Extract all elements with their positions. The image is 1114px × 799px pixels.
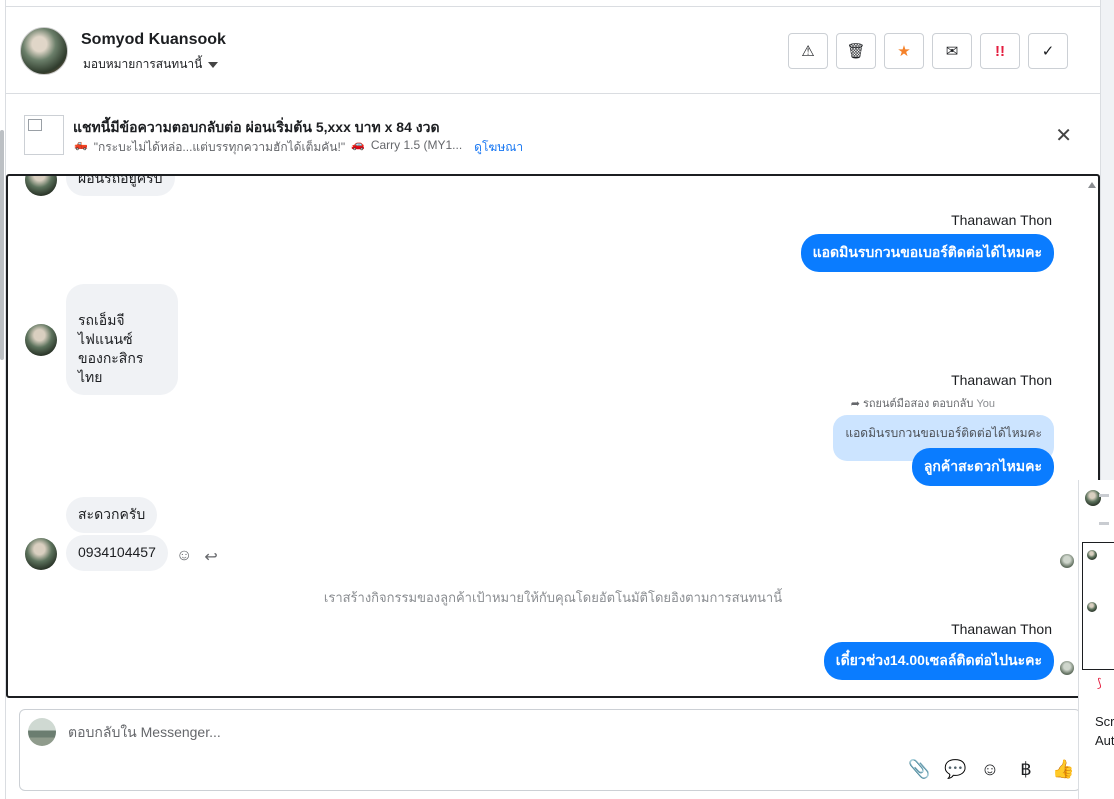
preview-line: [1099, 494, 1109, 497]
trash-icon: 🗑: [846, 43, 866, 60]
contact-avatar[interactable]: [20, 27, 68, 75]
contact-avatar-small: [25, 176, 57, 196]
truck-icon: 🛻: [74, 139, 88, 151]
reply-icon[interactable]: ↩: [204, 547, 217, 567]
caret-down-icon: [208, 61, 219, 68]
assign-label: มอบหมายการสนทนานี้: [83, 57, 203, 71]
car-icon: 🚗: [351, 139, 365, 151]
emoji-icon[interactable]: ☺: [980, 759, 1000, 780]
outgoing-message[interactable]: เดี๋ยวช่วง14.00เซลล์ติดต่อไปนะคะ: [823, 642, 1054, 680]
right-scrollbar[interactable]: [1100, 0, 1114, 480]
preview-avatar: [1085, 490, 1101, 506]
conversation-actions: ⚠ 🗑 ★ ✉ !! ✓: [788, 33, 1068, 69]
message-text: ผ่อนรถอยู่ครับ: [78, 174, 163, 186]
page-avatar: [28, 718, 56, 746]
double-exclamation-icon: !!: [995, 42, 1005, 60]
check-icon: ✓: [1041, 43, 1055, 60]
reply-note-text: รถยนต์มือสอง ตอบกลับ: [862, 398, 974, 410]
incoming-message[interactable]: ผ่อนรถอยู่ครับ: [66, 174, 175, 196]
saved-reply-icon[interactable]: 💬: [944, 759, 966, 780]
sender-name: Thanawan Thon: [951, 372, 1052, 388]
reply-input[interactable]: [68, 724, 868, 740]
incoming-message[interactable]: สะดวกครับ: [66, 497, 158, 533]
side-preview-panel[interactable]: ⟆ Scr Aut: [1078, 480, 1114, 799]
attach-icon[interactable]: 📎: [908, 759, 930, 780]
sender-name: Thanawan Thon: [951, 621, 1052, 637]
incoming-message[interactable]: 0934104457: [66, 535, 168, 571]
assign-conversation-dropdown[interactable]: มอบหมายการสนทนานี้: [83, 55, 219, 74]
seen-indicator-avatar: [1060, 661, 1074, 675]
outgoing-message[interactable]: แอดมินรบกวนขอเบอร์ติดต่อได้ไหมคะ: [800, 234, 1054, 272]
incoming-message[interactable]: รถเอ็มจี ไฟแนนซ์ ของกะสิกรไทย: [66, 284, 178, 395]
contact-avatar-small: [25, 324, 57, 356]
ad-thumbnail[interactable]: [24, 115, 64, 155]
reply-note: ➦ รถยนต์มือสอง ตอบกลับ You: [851, 394, 995, 412]
contact-name[interactable]: Somyod Kuansook: [81, 31, 226, 49]
preview-line: [1099, 522, 1109, 525]
reply-arrow-icon: ➦: [850, 398, 860, 410]
follow-up-button[interactable]: !!: [980, 33, 1020, 69]
message-text: สะดวกครับ: [78, 506, 146, 522]
quoted-text: แอดมินรบกวนขอเบอร์ติดต่อได้ไหมคะ: [845, 426, 1042, 440]
message-text: เดี๋ยวช่วง14.00เซลล์ติดต่อไปนะคะ: [835, 652, 1042, 668]
scroll-up-arrow-icon[interactable]: [1088, 182, 1096, 188]
payment-icon[interactable]: ฿: [1016, 759, 1036, 780]
message-thread[interactable]: ผ่อนรถอยู่ครับ Thanawan Thon แอดมินรบกวน…: [6, 174, 1100, 698]
app-logo-icon: ⟆: [1097, 676, 1102, 690]
preview-text: Scr: [1095, 714, 1114, 729]
contact-avatar-small: [25, 538, 57, 570]
outgoing-message[interactable]: ลูกค้าสะดวกไหมคะ: [911, 448, 1054, 486]
star-button[interactable]: ★: [884, 33, 924, 69]
sender-name: Thanawan Thon: [951, 212, 1052, 228]
view-ad-link[interactable]: ดูโฆษณา: [474, 138, 523, 157]
report-spam-button[interactable]: ⚠: [788, 33, 828, 69]
preview-avatar: [1087, 550, 1097, 560]
message-composer[interactable]: 📎 💬 ☺ ฿ 👍: [19, 709, 1081, 791]
message-text: รถเอ็มจี ไฟแนนซ์ ของกะสิกรไทย: [78, 312, 144, 385]
delete-button[interactable]: 🗑: [836, 33, 876, 69]
ad-subtitle: 🛻 "กระบะไม่ได้หล่อ...แต่บรรทุกความฮักได้…: [74, 138, 523, 157]
react-smiley-icon[interactable]: ☺: [176, 547, 192, 567]
messenger-inbox-page: Somyod Kuansook มอบหมายการสนทนานี้ ⚠ 🗑 ★…: [0, 0, 1114, 799]
seen-indicator-avatar: [1060, 554, 1074, 568]
like-icon[interactable]: 👍: [1052, 759, 1074, 780]
ad-context-bar: แชทนี้มีข้อความตอบกลับต่อ ผ่อนเริ่มต้น 5…: [6, 95, 1100, 173]
reply-to-name: You: [976, 398, 995, 410]
ad-subtitle-text-1: "กระบะไม่ได้หล่อ...แต่บรรทุกความฮักได้เต…: [93, 140, 346, 154]
mark-done-button[interactable]: ✓: [1028, 33, 1068, 69]
star-icon: ★: [897, 43, 911, 60]
message-text: ลูกค้าสะดวกไหมคะ: [923, 458, 1042, 474]
conversation-header: Somyod Kuansook มอบหมายการสนทนานี้ ⚠ 🗑 ★…: [6, 6, 1100, 94]
close-icon[interactable]: ✕: [1055, 123, 1072, 148]
mark-unread-button[interactable]: ✉: [932, 33, 972, 69]
message-tools: ☺ ↩: [176, 547, 218, 567]
warning-icon: ⚠: [801, 43, 815, 60]
message-text: 0934104457: [78, 544, 156, 560]
system-message: เราสร้างกิจกรรมของลูกค้าเป้าหมายให้กับคุ…: [323, 590, 783, 605]
message-text: แอดมินรบกวนขอเบอร์ติดต่อได้ไหมคะ: [812, 244, 1042, 260]
ad-subtitle-text-2: Carry 1.5 (MY1...: [370, 138, 463, 152]
preview-text: Aut: [1095, 733, 1114, 748]
left-scrollbar-thumb[interactable]: [0, 130, 4, 360]
envelope-icon: ✉: [945, 43, 959, 60]
composer-toolbar: 📎 💬 ☺ ฿ 👍: [908, 759, 1074, 780]
ad-title: แชทนี้มีข้อความตอบกลับต่อ ผ่อนเริ่มต้น 5…: [73, 119, 440, 135]
preview-avatar: [1087, 602, 1097, 612]
